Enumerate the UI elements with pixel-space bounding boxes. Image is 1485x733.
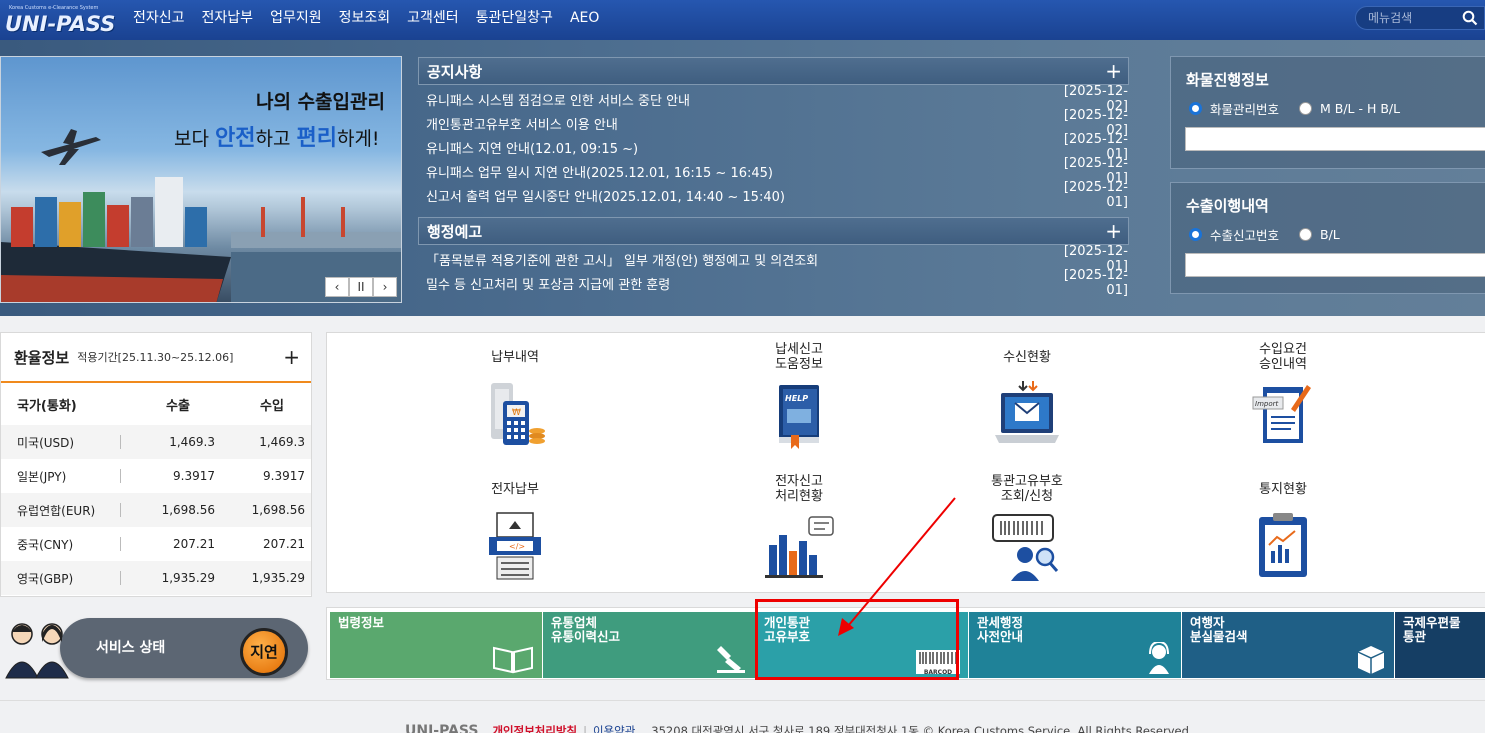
export-decl-no-radio[interactable]: 수출신고번호: [1189, 225, 1279, 244]
notice-item[interactable]: 유니패스 업무 일시 지연 안내(2025.12.01, 16:15 ~ 16:…: [418, 156, 1129, 186]
menu-search-box: [1355, 6, 1485, 30]
tile-intl-mail[interactable]: 국제우편물 통관: [1395, 612, 1485, 678]
admin-notice-panel: 행정예고 + 「품목분류 적용기준에 관한 고시」 일부 개정(안) 행정예고 …: [418, 217, 1129, 298]
table-row: 중국(CNY) 207.21 207.21: [1, 527, 311, 561]
cargo-progress-panel: 화물진행정보 화물관리번호 M B/L - H B/L: [1170, 56, 1485, 169]
payment-terminal-icon: ₩: [475, 379, 555, 455]
help-book-icon: HELP: [759, 379, 839, 455]
scanner-icon: </>: [475, 511, 555, 587]
menu-single-window[interactable]: 통관단일창구: [476, 0, 553, 40]
quick-e-payment[interactable]: 전자납부 </>: [445, 473, 585, 587]
quick-e-declaration-status[interactable]: 전자신고 처리현황: [729, 473, 869, 587]
menu-search-input[interactable]: [1368, 10, 1458, 26]
bl-radio[interactable]: B/L: [1299, 225, 1340, 244]
footer: UNI-PASS 개인정보처리방침 | 이용약관 35208 대전광역시 서구 …: [0, 700, 1485, 733]
table-row: 일본(JPY) 9.3917 9.3917: [1, 459, 311, 493]
menu-e-declaration[interactable]: 전자신고: [133, 0, 185, 40]
exchange-rate-panel: 환율정보 적용기간[25.11.30~25.12.06] + 국가(통화) 수출…: [0, 332, 312, 597]
quick-tax-help[interactable]: 납세신고 도움정보 HELP: [729, 341, 869, 455]
service-status-label: 서비스 상태: [96, 640, 166, 656]
svg-text:Import: Import: [1255, 400, 1278, 408]
tile-distribution[interactable]: 유통업체 유통이력신고: [543, 612, 755, 678]
banner-pause-button[interactable]: II: [349, 277, 373, 297]
exchange-more-icon[interactable]: +: [283, 345, 300, 369]
headset-person-icon: [1149, 642, 1169, 674]
service-status-widget[interactable]: 서비스 상태 지연: [0, 612, 310, 684]
logo-tagline: Korea Customs e-Clearance System: [9, 5, 99, 11]
quick-payment-history[interactable]: 납부내역 ₩: [445, 341, 585, 455]
banner-prev-button[interactable]: ‹: [325, 277, 349, 297]
col-country: 국가(통화): [17, 398, 77, 414]
footer-address: 35208 대전광역시 서구 청사로 189 정부대전청사 1동 © Korea…: [651, 724, 1193, 733]
logo-text: UNI-PASS: [5, 12, 116, 36]
export-history-panel: 수출이행내역 수출신고번호 B/L: [1170, 182, 1485, 294]
menu-business-support[interactable]: 업무지원: [270, 0, 322, 40]
main-menu: 전자신고 전자납부 업무지원 정보조회 고객센터 통관단일창구 AEO: [133, 0, 616, 40]
col-import: 수입: [260, 398, 284, 414]
table-row: 미국(USD) 1,469.3 1,469.3: [1, 425, 311, 459]
notice-title: 공지사항: [427, 62, 483, 81]
main-banner[interactable]: 나의 수출입관리 보다 안전하고 편리하게! ‹ II ›: [0, 56, 402, 303]
menu-e-payment[interactable]: 전자납부: [202, 0, 254, 40]
bar-chart-icon: [759, 511, 839, 587]
banner-next-button[interactable]: ›: [373, 277, 397, 297]
exchange-rate-period: 적용기간[25.11.30~25.12.06]: [77, 351, 234, 364]
search-icon[interactable]: [1462, 10, 1478, 30]
admin-notice-more-icon[interactable]: +: [1105, 221, 1122, 241]
exchange-rate-title: 환율정보: [14, 348, 70, 367]
open-book-icon: [493, 646, 533, 674]
admin-notice-item[interactable]: 밀수 등 신고처리 및 포상금 지급에 관한 훈령 [2025-12-01]: [418, 268, 1129, 298]
import-doc-icon: Import: [1243, 379, 1323, 455]
privacy-policy-link[interactable]: 개인정보처리방침: [492, 723, 577, 733]
svg-text:HELP: HELP: [785, 394, 808, 403]
barcode-person-icon: [987, 511, 1067, 587]
tile-traveler-lost[interactable]: 여행자 분실물검색: [1182, 612, 1394, 678]
top-navigation-bar: Korea Customs e-Clearance System UNI-PAS…: [0, 0, 1485, 40]
unipass-logo[interactable]: Korea Customs e-Clearance System UNI-PAS…: [3, 3, 115, 37]
notice-item[interactable]: 유니패스 시스템 점검으로 인한 서비스 중단 안내 [2025-12-02]: [418, 84, 1129, 114]
admin-notice-title: 행정예고: [427, 222, 483, 241]
banner-subline: 보다 안전하고 편리하게!: [174, 126, 380, 151]
notice-item[interactable]: 유니패스 지연 안내(12.01, 09:15 ~) [2025-12-01]: [418, 132, 1129, 162]
quick-import-approval[interactable]: 수입요건 승인내역 Import: [1213, 341, 1353, 455]
table-row: 영국(GBP) 1,935.29 1,935.29: [1, 561, 311, 595]
service-status-badge: 지연: [240, 628, 288, 676]
tile-customs-guide[interactable]: 관세행정 사전안내: [969, 612, 1181, 678]
banner-headline: 나의 수출입관리: [256, 91, 385, 113]
footer-logo: UNI-PASS: [405, 723, 479, 733]
menu-info-inquiry[interactable]: 정보조회: [339, 0, 391, 40]
cargo-number-input[interactable]: [1185, 127, 1485, 151]
quick-notice-status[interactable]: 통지현황: [1213, 473, 1353, 587]
laptop-mail-icon: [987, 379, 1067, 455]
export-history-title: 수출이행내역: [1186, 197, 1269, 215]
tile-law-info[interactable]: 법령정보: [330, 612, 542, 678]
exchange-rate-table: 국가(통화) 수출 수입 미국(USD) 1,469.3 1,469.3 일본(JP…: [1, 383, 311, 595]
notice-more-icon[interactable]: +: [1105, 61, 1122, 81]
table-row: 유럽연합(EUR) 1,698.56 1,698.56: [1, 493, 311, 527]
notice-panel: 공지사항 + 유니패스 시스템 점검으로 인한 서비스 중단 안내 [2025-1…: [418, 57, 1129, 210]
box-icon: [1357, 646, 1385, 674]
quick-receipt-status[interactable]: 수신현황: [957, 341, 1097, 455]
notice-item[interactable]: 신고서 출력 업무 일시중단 안내(2025.12.01, 14:40 ~ 15…: [418, 180, 1129, 210]
stamp-icon: [717, 646, 745, 673]
menu-customer-center[interactable]: 고객센터: [407, 0, 459, 40]
banner-controls: ‹ II ›: [325, 277, 397, 297]
staff-avatar-icon: [5, 623, 69, 679]
clipboard-chart-icon: [1243, 511, 1323, 587]
quick-menu-panel: 납부내역 ₩ 납세신고 도움정보 HELP 수신현황 수입요건 승인내역 Imp…: [326, 332, 1485, 593]
export-number-input[interactable]: [1185, 253, 1485, 277]
menu-aeo[interactable]: AEO: [570, 0, 599, 40]
svg-text:₩: ₩: [512, 408, 521, 418]
admin-notice-item[interactable]: 「품목분류 적용기준에 관한 고시」 일부 개정(안) 행정예고 및 의견조회[…: [418, 244, 1129, 274]
cargo-progress-title: 화물진행정보: [1186, 71, 1269, 89]
notice-item[interactable]: 개인통관고유부호 서비스 이용 안내 [2025-12-02]: [418, 108, 1129, 138]
cargo-mgmt-no-radio[interactable]: 화물관리번호: [1189, 99, 1279, 118]
col-export: 수출: [166, 398, 190, 414]
terms-link[interactable]: 이용약관: [593, 723, 635, 733]
highlight-box: [755, 599, 959, 680]
mbl-hbl-radio[interactable]: M B/L - H B/L: [1299, 99, 1400, 118]
svg-text:</>: </>: [509, 542, 525, 551]
quick-customs-code[interactable]: 통관고유부호 조회/신청: [957, 473, 1097, 587]
